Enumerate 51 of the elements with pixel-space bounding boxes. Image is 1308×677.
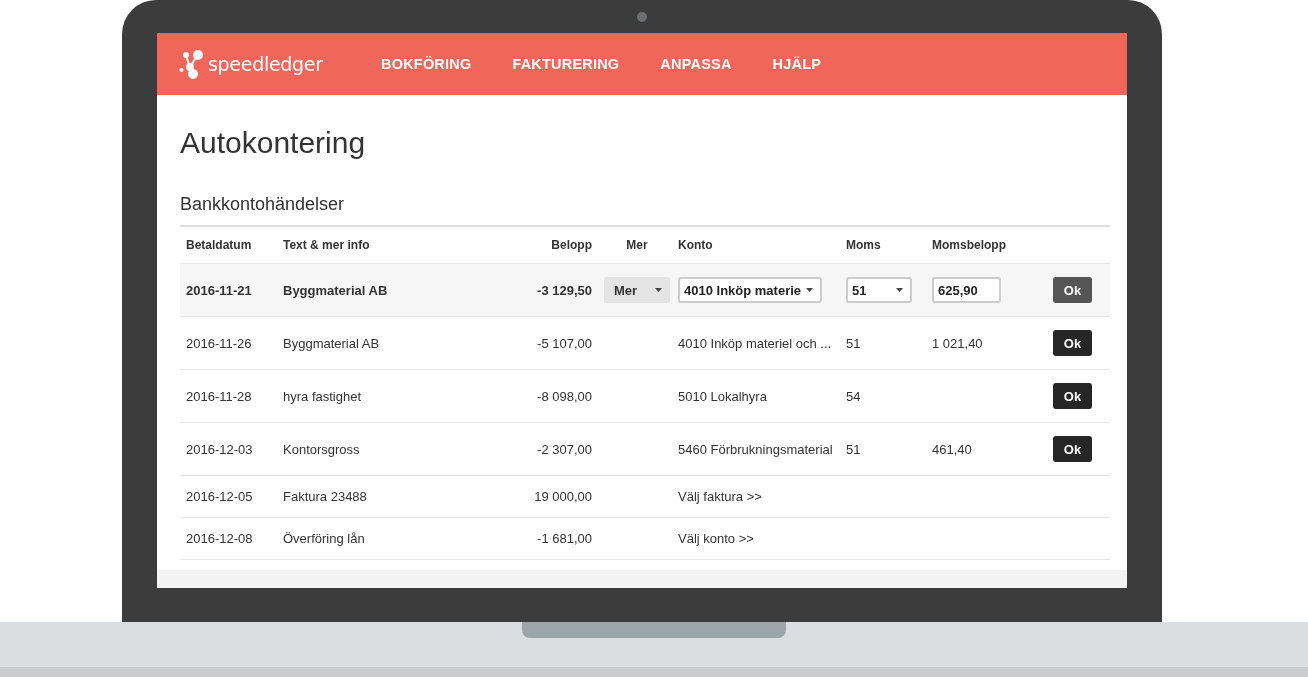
vat-amount-field[interactable]: 625,90 xyxy=(932,277,1001,303)
amount-cell: -5 107,00 xyxy=(537,335,592,351)
amount-cell: 19 000,00 xyxy=(534,489,592,504)
vat-dropdown[interactable]: 51 xyxy=(846,277,912,303)
ok-button[interactable]: Ok xyxy=(1053,277,1092,303)
text-cell: Byggmaterial AB xyxy=(283,335,380,351)
date-cell: 2016-11-28 xyxy=(186,388,252,404)
text-cell: hyra fastighet xyxy=(283,388,362,404)
amount-cell: -1 681,00 xyxy=(537,531,592,546)
column-header: Konto xyxy=(678,238,713,252)
vat-cell: 54 xyxy=(846,388,861,404)
ok-button[interactable]: Ok xyxy=(1053,383,1092,409)
more-dropdown[interactable]: Mer xyxy=(604,277,670,303)
ok-button[interactable]: Ok xyxy=(1053,330,1092,356)
column-header: Moms xyxy=(846,238,881,252)
date-cell: 2016-12-08 xyxy=(186,531,253,546)
column-header: Mer xyxy=(626,238,648,252)
account-cell: 5010 Lokalhyra xyxy=(678,388,767,404)
date-cell: 2016-11-26 xyxy=(186,335,252,351)
text-cell: Kontorsgross xyxy=(283,441,360,457)
logo-icon xyxy=(179,49,205,79)
choose-link[interactable]: Välj faktura >> xyxy=(678,489,762,504)
column-header: Betaldatum xyxy=(186,238,252,252)
brand-name: speedledger xyxy=(208,53,323,75)
text-cell: Faktura 23488 xyxy=(283,489,367,504)
caret-icon xyxy=(655,288,662,292)
amount-cell: -3 129,50 xyxy=(537,282,592,298)
date-cell: 2016-12-05 xyxy=(186,489,253,504)
caret-icon xyxy=(806,288,814,292)
table-row[interactable]: 2016-11-21 Byggmaterial AB -3 129,50 Mer 4010 Inköp materie 51 625,90 Ok xyxy=(180,264,1110,317)
column-header: Belopp xyxy=(551,238,592,252)
vat-amount-cell: 461,40 xyxy=(932,441,972,457)
account-cell: 5460 Förbrukningsmaterial xyxy=(678,441,833,457)
text-cell: Överföring lån xyxy=(283,531,365,546)
text-cell: Byggmaterial AB xyxy=(283,282,388,298)
ok-button[interactable]: Ok xyxy=(1053,436,1092,462)
amount-cell: -8 098,00 xyxy=(537,388,592,404)
choose-link[interactable]: Välj konto >> xyxy=(678,531,754,546)
page-title: Autokontering xyxy=(180,126,367,160)
account-dropdown[interactable]: 4010 Inköp materie xyxy=(678,277,823,303)
vat-amount-cell: 1 021,40 xyxy=(932,335,983,351)
date-cell: 2016-11-21 xyxy=(186,282,252,298)
column-header: Momsbelopp xyxy=(932,238,1006,252)
camera-dot xyxy=(637,11,647,22)
account-cell: 4010 Inköp materiel och ... xyxy=(678,335,832,351)
vat-cell: 51 xyxy=(846,441,861,457)
vat-cell: 51 xyxy=(846,335,861,351)
date-cell: 2016-12-03 xyxy=(186,441,253,457)
column-header: Text & mer info xyxy=(283,238,370,252)
caret-icon xyxy=(896,288,903,292)
amount-cell: -2 307,00 xyxy=(537,441,592,457)
